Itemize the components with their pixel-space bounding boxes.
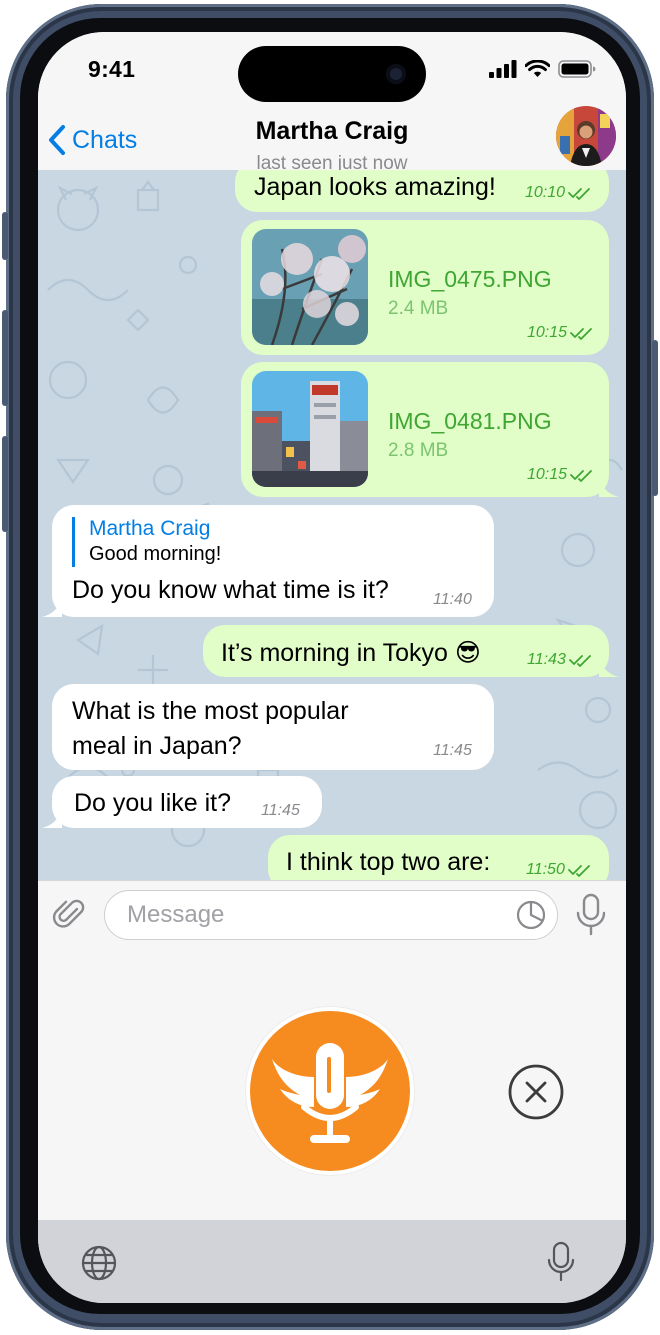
incoming-message[interactable]: Martha Craig Good morning! Do you know w… — [42, 505, 494, 617]
message-input[interactable] — [125, 899, 489, 931]
message-text: It’s morning in Tokyo 😎 — [221, 639, 481, 667]
message-time: 10:15 — [527, 466, 568, 483]
incoming-message[interactable]: What is the most popular meal in Japan? … — [52, 684, 494, 770]
message-text: Japan looks amazing! — [254, 173, 496, 201]
message-meta: 10:15 — [527, 324, 594, 342]
file-thumbnail[interactable] — [252, 371, 368, 487]
message-text-line-1: What is the most popular — [72, 697, 349, 725]
outgoing-message[interactable]: I think top two are: 11:50 — [268, 835, 609, 880]
message-time: 11:45 — [433, 742, 472, 759]
contact-avatar[interactable] — [556, 106, 616, 166]
bubble-tail — [42, 597, 62, 617]
double-check-icon — [570, 470, 592, 482]
message-text: Do you know what time is it? — [72, 576, 389, 604]
reply-text: Good morning! — [89, 543, 222, 565]
message-meta: 11:45 — [261, 802, 300, 820]
double-check-icon — [568, 655, 591, 667]
outgoing-file-message[interactable]: IMG_0475.PNG 2.4 MB 10:15 — [241, 220, 609, 355]
bubble-tail — [599, 477, 619, 497]
bubble-tail — [42, 808, 62, 828]
message-meta: 10:15 — [527, 466, 594, 484]
keyboard-accessory-bar — [38, 1220, 626, 1303]
dynamic-island — [238, 46, 426, 102]
double-check-icon — [570, 328, 592, 340]
status-icons — [489, 60, 596, 78]
file-name: IMG_0475.PNG — [388, 266, 552, 292]
file-thumbnail[interactable] — [252, 229, 368, 345]
bubble-tail — [599, 657, 619, 677]
message-time: 10:15 — [527, 324, 568, 341]
outgoing-message[interactable]: It’s morning in Tokyo 😎 11:43 — [203, 625, 619, 677]
message-text: Do you like it? — [74, 789, 232, 817]
globe-icon[interactable] — [80, 1244, 118, 1282]
microphone-icon[interactable] — [574, 893, 608, 937]
message-text: I think top two are: — [286, 848, 491, 876]
message-time: 11:43 — [527, 651, 566, 668]
outgoing-message[interactable]: Japan looks amazing! 10:10 — [235, 170, 609, 212]
message-meta: 11:50 — [526, 861, 592, 879]
status-time: 9:41 — [88, 56, 136, 82]
message-meta: 11:43 — [527, 651, 593, 669]
cellular-signal-icon — [489, 60, 517, 78]
close-circle-icon[interactable] — [507, 1063, 565, 1121]
battery-icon — [558, 60, 596, 78]
reply-author: Martha Craig — [89, 517, 211, 540]
message-time: 11:50 — [526, 861, 565, 878]
incoming-message[interactable]: Do you like it? 11:45 — [42, 776, 322, 828]
message-meta: 11:40 — [433, 591, 472, 609]
message-list[interactable]: Japan looks amazing! 10:10 IMG_0475.PNG … — [38, 170, 626, 880]
file-name: IMG_0481.PNG — [388, 408, 552, 434]
front-camera — [386, 64, 406, 84]
message-time: 11:40 — [433, 591, 472, 608]
power-button — [652, 340, 658, 496]
volume-up-button — [2, 310, 8, 406]
status-bar: 9:41 — [38, 32, 626, 112]
composer-panel — [38, 880, 626, 1219]
chat-title[interactable]: Martha Craig — [38, 117, 626, 146]
winged-microphone-icon — [272, 1043, 388, 1143]
reply-quote[interactable]: Martha Craig Good morning! — [72, 517, 221, 567]
message-meta: 10:10 — [525, 184, 592, 202]
dictation-icon[interactable] — [546, 1240, 576, 1284]
sticker-icon[interactable] — [515, 899, 547, 931]
message-input-field[interactable] — [104, 890, 558, 940]
file-size: 2.8 MB — [388, 440, 449, 461]
message-time: 10:10 — [525, 184, 566, 201]
double-check-icon — [568, 188, 590, 200]
file-size: 2.4 MB — [388, 298, 449, 319]
screen: 9:41 Chats Martha Craig last seen just n… — [38, 32, 626, 1303]
volume-down-button — [2, 436, 8, 532]
outgoing-file-message[interactable]: IMG_0481.PNG 2.8 MB 10:15 — [241, 362, 619, 497]
double-check-icon — [567, 865, 590, 877]
action-button — [2, 212, 8, 260]
message-meta: 11:45 — [433, 742, 472, 760]
voice-record-button[interactable] — [246, 1007, 414, 1175]
message-time: 11:45 — [261, 802, 300, 819]
wifi-icon — [525, 60, 550, 77]
message-text-line-2: meal in Japan? — [72, 732, 242, 760]
paperclip-icon[interactable] — [52, 897, 88, 933]
